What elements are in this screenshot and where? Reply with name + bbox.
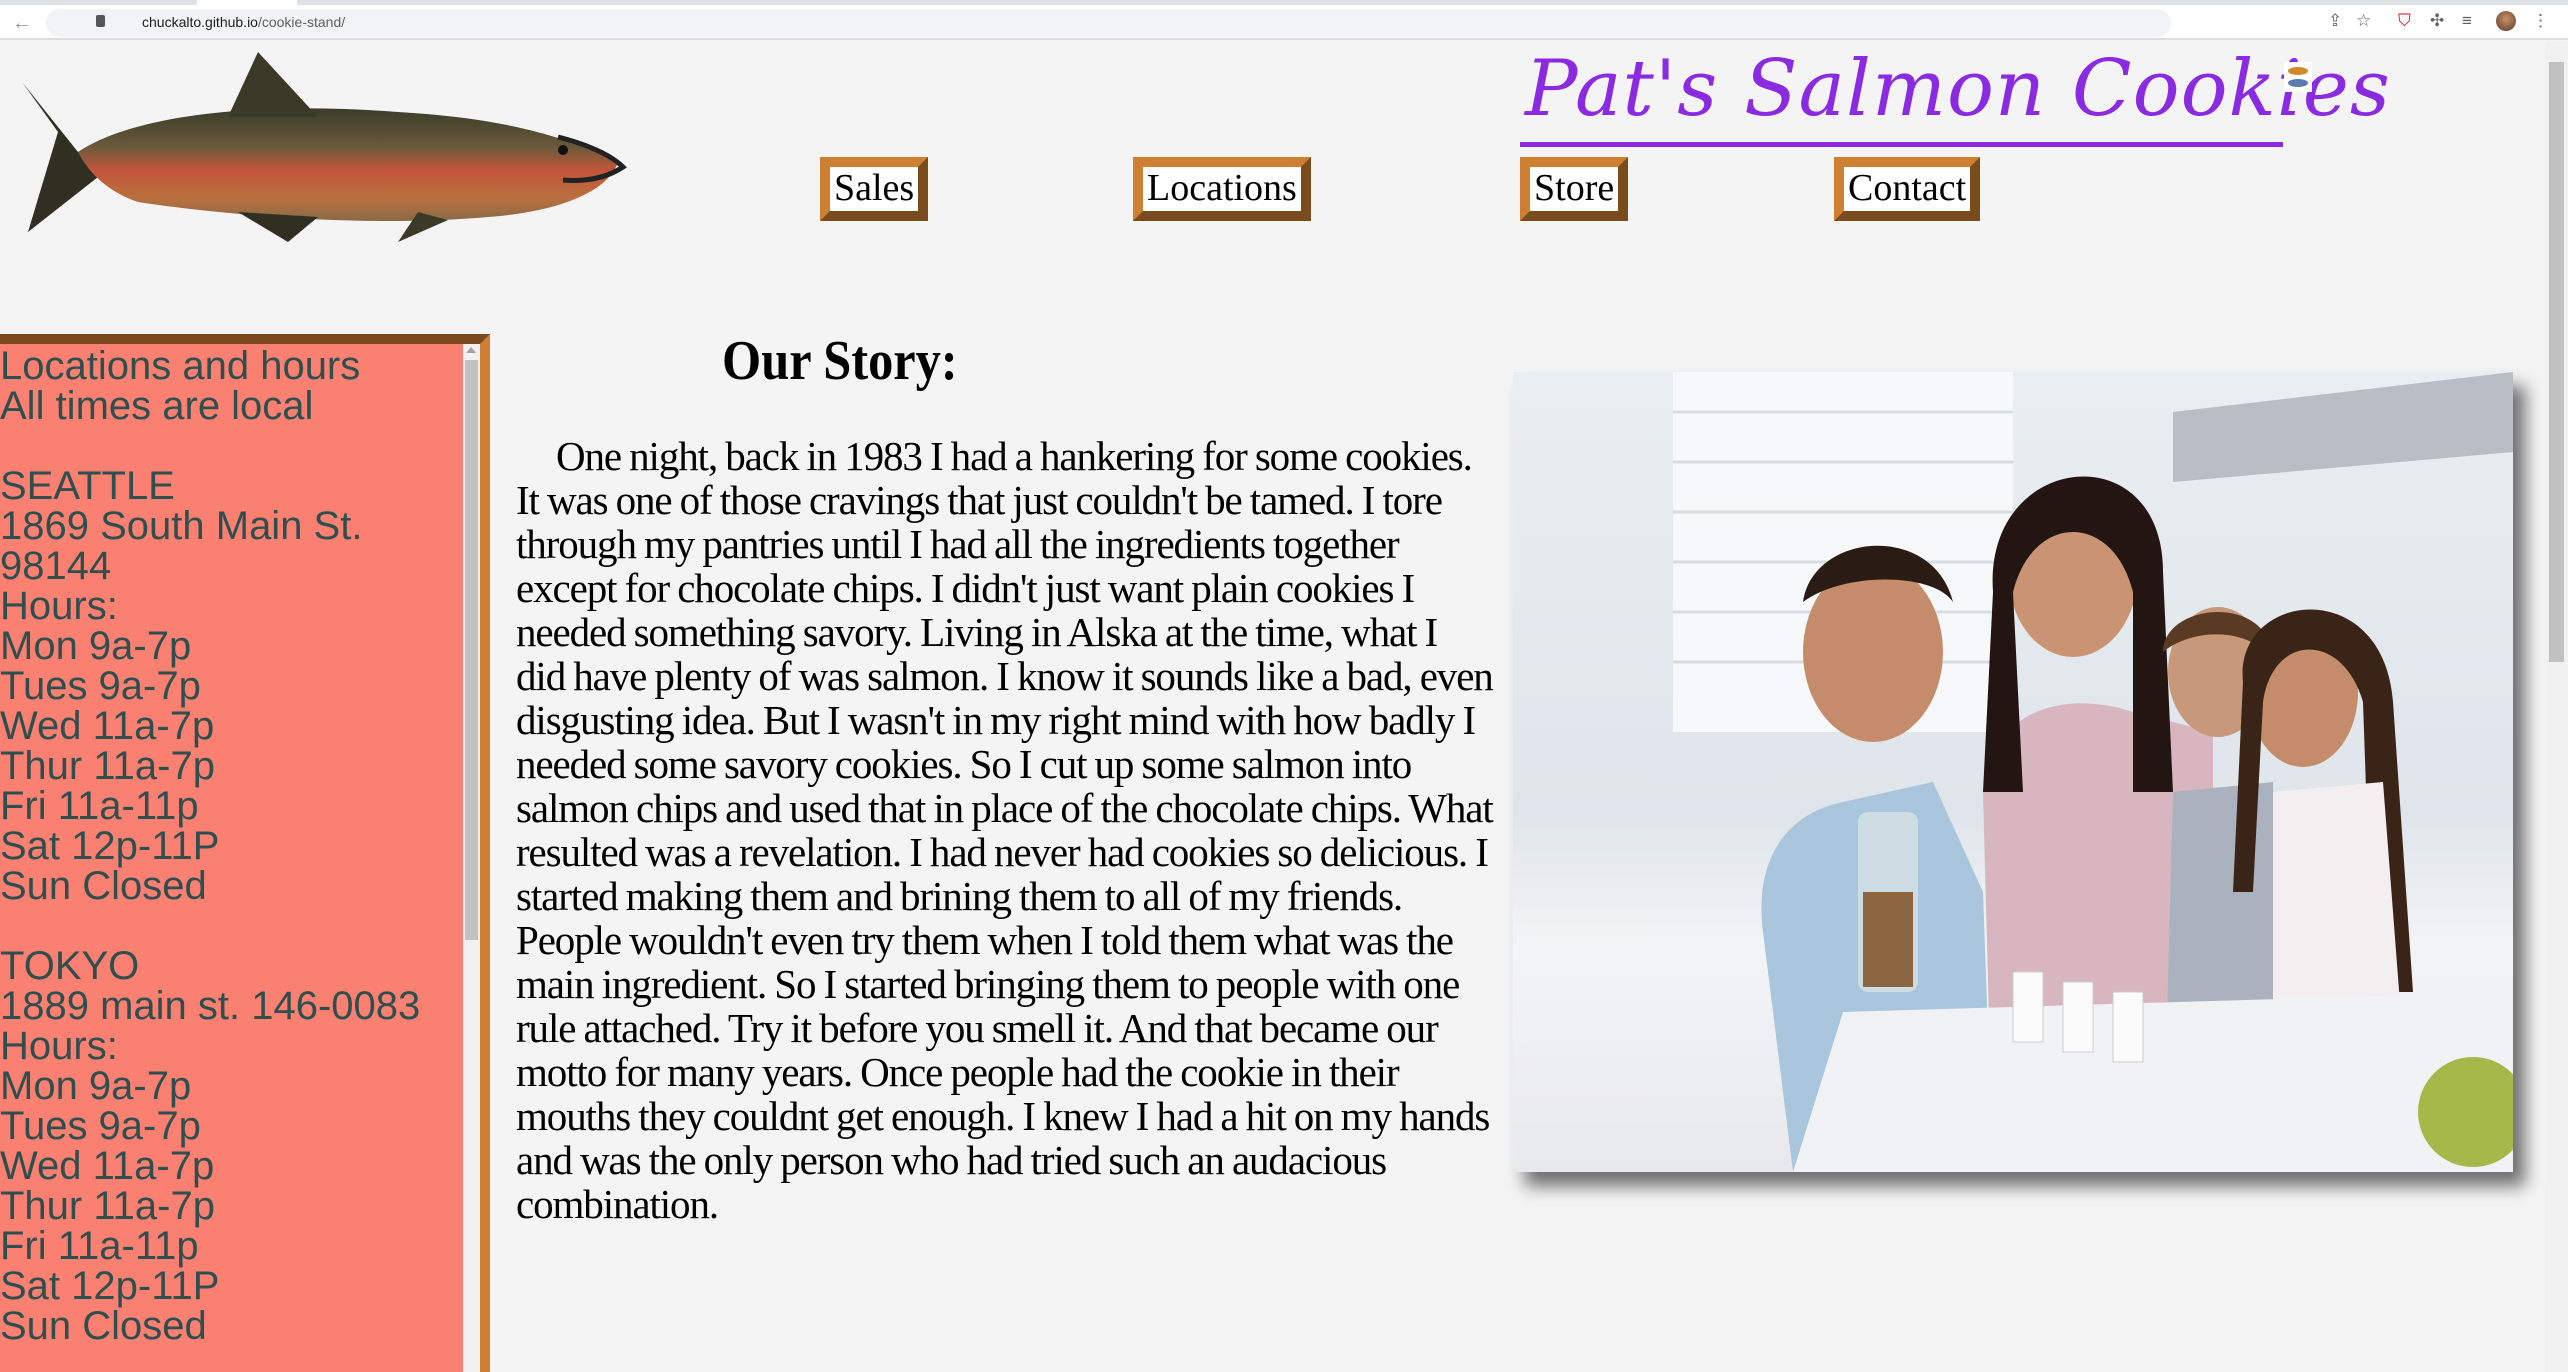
hours-line: Thur 11a-7p	[0, 744, 215, 788]
hours-label: Hours:	[0, 1024, 118, 1068]
menu-icon[interactable]: ⋮	[2532, 11, 2549, 31]
lock-icon[interactable]	[96, 15, 105, 27]
hours-line: Wed 11a-7p	[0, 1144, 215, 1188]
story-title: Our Story:	[722, 330, 958, 392]
family-photo-illustration	[1673, 372, 2513, 1172]
sidebar-subheading: All times are local	[0, 384, 314, 428]
location-address: 1889 main st. 146-0083	[0, 984, 421, 1028]
nav-sales[interactable]: Sales	[820, 157, 929, 221]
active-tab[interactable]	[197, 0, 297, 5]
location-zip: 98144	[0, 544, 112, 588]
shield-icon[interactable]: ⛉	[2398, 11, 2411, 31]
url-text: chuckalto.github.io/cookie-stand/	[142, 14, 346, 30]
locations-list: Locations and hours All times are local …	[0, 344, 463, 1346]
page-scrollbar[interactable]	[2545, 42, 2568, 1372]
location-tokyo: TOKYO 1889 main st. 146-0083 Hours: Mon …	[0, 946, 463, 1346]
tab-strip	[0, 0, 2568, 5]
back-icon[interactable]: ←	[12, 12, 32, 35]
hours-line: Mon 9a-7p	[0, 624, 192, 668]
media-icon[interactable]: ≡	[2462, 11, 2472, 31]
hours-line: Sat 12p-11P	[0, 824, 220, 868]
hours-line: Tues 9a-7p	[0, 1104, 201, 1148]
title-underline	[1520, 142, 2283, 147]
page-scroll-thumb[interactable]	[2549, 62, 2564, 662]
page: Pat's Salmon Cookies Sales Locations Sto…	[0, 42, 2545, 1372]
nav-contact[interactable]: Contact	[1834, 157, 1981, 221]
hours-line: Wed 11a-7p	[0, 704, 215, 748]
location-city: TOKYO	[0, 944, 140, 988]
hours-label: Hours:	[0, 584, 118, 628]
nav-locations[interactable]: Locations	[1133, 157, 1311, 221]
hours-line: Tues 9a-7p	[0, 664, 201, 708]
location-city: SEATTLE	[0, 464, 175, 508]
salmon-fish-image	[22, 52, 627, 242]
location-seattle: SEATTLE 1869 South Main St. 98144 Hours:…	[0, 466, 463, 906]
story-section: One night, back in 1983 I had a hankerin…	[516, 372, 2513, 1226]
nav-store[interactable]: Store	[1520, 157, 1629, 221]
sidebar-scrollbar[interactable]	[463, 344, 480, 1372]
family-photo	[1513, 372, 2513, 1172]
site-title: Pat's Salmon Cookies	[1525, 44, 2391, 134]
address-bar[interactable]: chuckalto.github.io/cookie-stand/	[46, 9, 2171, 37]
share-icon[interactable]: ⇪	[2328, 11, 2342, 31]
location-address: 1869 South Main St.	[0, 504, 363, 548]
locations-sidebar[interactable]: Locations and hours All times are local …	[0, 334, 490, 1372]
extension-icon[interactable]: ✣	[2430, 11, 2444, 31]
avatar[interactable]	[2496, 11, 2516, 31]
hours-line: Fri 11a-11p	[0, 1224, 199, 1268]
star-icon[interactable]: ☆	[2356, 11, 2371, 31]
sidebar-heading: Locations and hours	[0, 344, 361, 388]
scroll-up-icon[interactable]	[466, 347, 476, 353]
hours-line: Thur 11a-7p	[0, 1184, 215, 1228]
hours-line: Fri 11a-11p	[0, 784, 199, 828]
sidebar-scroll-thumb[interactable]	[465, 360, 478, 940]
hours-line: Sun Closed	[0, 1304, 207, 1348]
hours-line: Sat 12p-11P	[0, 1264, 220, 1308]
hours-line: Mon 9a-7p	[0, 1064, 192, 1108]
browser-toolbar: ← → ↻ chuckalto.github.io/cookie-stand/ …	[0, 0, 2568, 40]
hours-line: Sun Closed	[0, 864, 207, 908]
fish-icon	[2284, 62, 2312, 92]
